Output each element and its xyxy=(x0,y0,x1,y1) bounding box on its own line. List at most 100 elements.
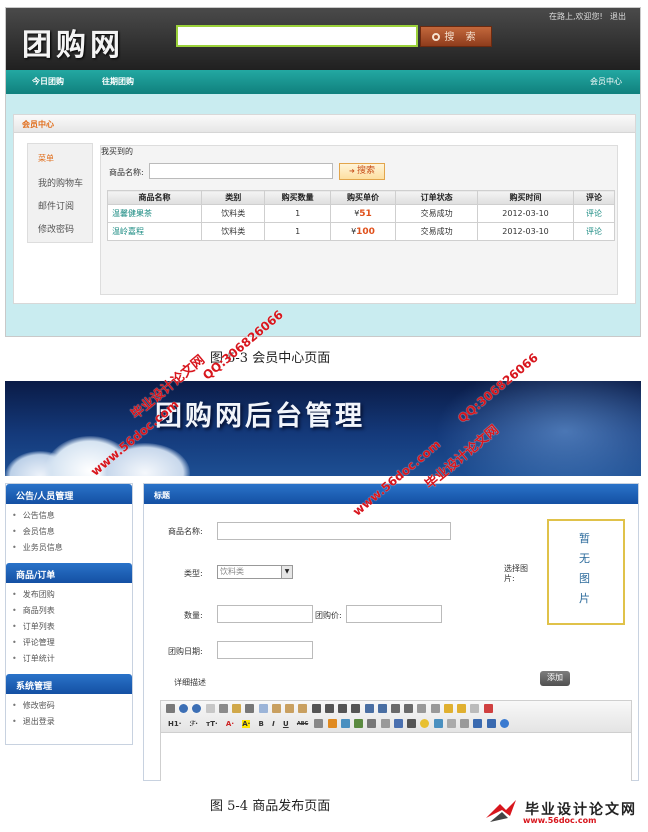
font-color-button[interactable]: A· xyxy=(226,720,234,728)
sidebar-item-reviews[interactable]: 评论管理 xyxy=(12,637,55,648)
paste-word-icon[interactable] xyxy=(298,704,308,713)
sidebar-item-change-password[interactable]: 修改密码 xyxy=(12,700,55,711)
unlink-icon[interactable] xyxy=(486,719,496,728)
filter-search-button[interactable]: ➜ 搜索 xyxy=(339,163,385,180)
review-link[interactable]: 评论 xyxy=(573,222,615,241)
sidebar-item-product-list[interactable]: 商品列表 xyxy=(12,605,55,616)
sidebar-section-notice-users[interactable]: 公告/人员管理 xyxy=(6,484,132,504)
sidebar-item-order-stats[interactable]: 订单统计 xyxy=(12,653,55,664)
paste-text-icon[interactable] xyxy=(285,704,295,713)
date-icon[interactable] xyxy=(433,719,443,728)
product-link[interactable]: 温岭嘉程 xyxy=(106,222,203,241)
attachment-icon[interactable] xyxy=(380,719,390,728)
logout-link[interactable]: 退出 xyxy=(610,11,626,22)
redo-icon[interactable] xyxy=(192,704,202,713)
date-cell: 2012-03-10 xyxy=(476,222,575,241)
quantity-input[interactable] xyxy=(217,605,313,623)
subscript-icon[interactable] xyxy=(417,704,427,713)
product-name-filter-input[interactable] xyxy=(149,163,333,179)
undo-icon[interactable] xyxy=(179,704,189,713)
nav-past-deals[interactable]: 往期团购 xyxy=(102,76,134,87)
orders-table: 商品名称 类别 购买数量 购买单价 订单状态 购买时间 评论 温馨健果茶 饮料类… xyxy=(106,190,615,241)
product-name-input[interactable] xyxy=(217,522,451,540)
anchor-icon[interactable] xyxy=(460,719,470,728)
sidebar-item-members[interactable]: 会员信息 xyxy=(12,526,55,537)
align-right-icon[interactable] xyxy=(338,704,348,713)
paste-icon[interactable] xyxy=(271,704,281,713)
flash-icon[interactable] xyxy=(354,719,364,728)
pagebreak-icon[interactable] xyxy=(446,719,456,728)
emoticon-icon[interactable] xyxy=(420,719,430,728)
main-nav: 今日团购 往期团购 会员中心 xyxy=(6,70,640,94)
highlight-color-button[interactable]: A· xyxy=(242,719,251,728)
clear-format-icon[interactable] xyxy=(443,704,453,713)
group-date-label: 团购日期: xyxy=(168,647,203,656)
template-icon[interactable] xyxy=(232,704,242,713)
review-link[interactable]: 评论 xyxy=(573,204,615,223)
multi-image-icon[interactable] xyxy=(340,719,350,728)
sidebar-item-notices[interactable]: 公告信息 xyxy=(12,510,55,521)
media-icon[interactable] xyxy=(367,719,377,728)
link-icon[interactable] xyxy=(473,719,483,728)
editor-body[interactable] xyxy=(161,734,631,781)
menu-item-change-password[interactable]: 修改密码 xyxy=(38,222,74,235)
sidebar-section-system[interactable]: 系统管理 xyxy=(6,674,132,694)
rich-text-editor[interactable]: H1· ℱ· тT· A· A· B I U ABC xyxy=(160,700,632,781)
search-input[interactable] xyxy=(176,25,418,47)
group-price-input[interactable] xyxy=(346,605,442,623)
align-justify-icon[interactable] xyxy=(351,704,361,713)
arrow-icon: ➜ xyxy=(348,167,358,175)
category-select[interactable]: 饮料类 ▼ xyxy=(217,565,293,579)
nav-member-center[interactable]: 会员中心 xyxy=(590,76,622,87)
indent-icon[interactable] xyxy=(390,704,400,713)
select-all-icon[interactable] xyxy=(457,704,467,713)
preview-icon[interactable] xyxy=(205,704,215,713)
nav-today-deals[interactable]: 今日团购 xyxy=(32,76,64,87)
sidebar-item-publish-deal[interactable]: 发布团购 xyxy=(12,589,55,600)
superscript-icon[interactable] xyxy=(430,704,440,713)
image-preview[interactable]: 暂无图片 xyxy=(547,519,625,625)
font-size-dropdown[interactable]: тT· xyxy=(206,720,218,728)
italic-button[interactable]: I xyxy=(272,720,275,728)
font-family-dropdown[interactable]: ℱ· xyxy=(190,720,198,728)
unordered-list-icon[interactable] xyxy=(377,704,387,713)
member-center-screenshot: 团购网 搜 索 在路上,欢迎您! 退出 今日团购 往期团购 会员中心 会员中心 … xyxy=(5,7,641,337)
ordered-list-icon[interactable] xyxy=(364,704,374,713)
help-icon[interactable] xyxy=(499,719,509,728)
footer-logo-mark xyxy=(484,798,518,824)
group-price-label: 团购价: xyxy=(315,611,342,620)
cut-icon[interactable] xyxy=(245,704,255,713)
search-button[interactable]: 搜 索 xyxy=(420,26,492,47)
sidebar-item-staff[interactable]: 业务员信息 xyxy=(12,542,63,553)
form-title: 标题 xyxy=(154,491,170,500)
price-cell: ¥100 xyxy=(329,222,397,241)
align-center-icon[interactable] xyxy=(324,704,334,713)
copy-icon[interactable] xyxy=(258,704,268,713)
chevron-down-icon: ▼ xyxy=(281,566,292,578)
sidebar-section-products-orders[interactable]: 商品/订单 xyxy=(6,563,132,583)
table-row: 温馨健果茶 饮料类 1 ¥51 交易成功 2012-03-10 评论 xyxy=(106,204,615,223)
heading-dropdown[interactable]: H1· xyxy=(168,720,181,728)
table-icon[interactable] xyxy=(393,719,403,728)
product-link[interactable]: 温馨健果茶 xyxy=(106,204,203,223)
fullscreen-icon[interactable] xyxy=(483,704,493,713)
remove-format-icon[interactable] xyxy=(314,719,324,728)
bold-button[interactable]: B xyxy=(259,720,264,728)
sidebar-item-order-list[interactable]: 订单列表 xyxy=(12,621,55,632)
align-left-icon[interactable] xyxy=(311,704,321,713)
hr-icon[interactable] xyxy=(407,719,417,728)
strikethrough-button[interactable]: ABC xyxy=(297,721,308,727)
underline-button[interactable]: U xyxy=(283,720,289,728)
group-date-input[interactable] xyxy=(217,641,313,659)
outdent-icon[interactable] xyxy=(404,704,414,713)
source-icon[interactable] xyxy=(166,704,175,713)
add-button[interactable]: 添加 xyxy=(540,671,570,686)
site-logo[interactable]: 团购网 xyxy=(22,20,124,64)
cursor-icon[interactable] xyxy=(470,704,480,713)
menu-item-email-subscription[interactable]: 邮件订阅 xyxy=(38,199,74,212)
table-row: 温岭嘉程 饮料类 1 ¥100 交易成功 2012-03-10 评论 xyxy=(106,222,615,241)
image-icon[interactable] xyxy=(327,719,337,728)
sidebar-item-logout[interactable]: 退出登录 xyxy=(12,716,55,727)
print-icon[interactable] xyxy=(218,704,228,713)
menu-item-cart[interactable]: 我的购物车 xyxy=(38,176,83,189)
